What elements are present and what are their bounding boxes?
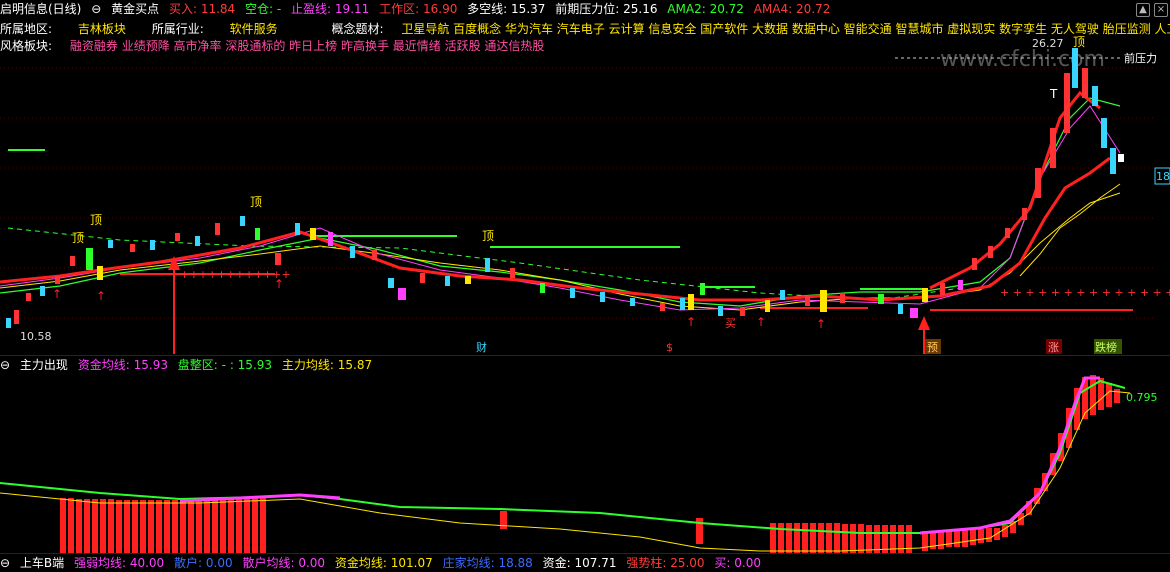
support-lines [315,235,925,290]
watermark: www.cfchi.com [940,47,1105,72]
fund-line-magenta-2 [919,376,1100,535]
item-label: 散户均线: [242,556,295,570]
item-value: 25.00 [670,556,705,570]
marker-yu[interactable]: 预 [927,341,938,354]
item-label: 买: [714,556,731,570]
svg-text:↑: ↑ [756,315,766,329]
main-value: 15.87 [337,358,373,372]
svg-text:↑: ↑ [686,315,696,329]
fund-label: 资金均线: [77,358,130,372]
main-indicator-bar: 启明信息(日线) ⊖ 黄金买点 买入: 11.84 空仓: - 止盈线: 19.… [0,0,1170,18]
svg-text:+ + + + + + + + + + + + + + +: + + + + + + + + + + + + + + + [1000,286,1170,299]
consol-label: 盘整区: [177,358,218,372]
t-mark: T [1049,87,1058,101]
item-value: 0.00 [298,556,326,570]
stop-label: 止盈线: [291,2,332,16]
ls-label: 多空线: [467,2,508,16]
sub-indicator-chart[interactable]: 0.795 [0,373,1170,553]
item-label: 庄家均线: [442,556,495,570]
histogram-bars [60,375,1120,553]
marker-dollar[interactable]: $ [666,341,673,354]
low-price-label: 10.58 [20,330,52,343]
svg-text:↑: ↑ [52,287,62,301]
ama2-label: AMA2: [667,2,706,16]
sub-indicator-name[interactable]: 主力出现 [20,358,68,372]
sub-indicator-bar: ⊖ 主力出现 资金均线: 15.93 盘整区: - : 15.93 主力均线: … [0,355,1170,374]
up-arrow-icon[interactable]: ▲ [1136,3,1150,17]
ls-value: 15.37 [511,2,546,16]
item-label: 资金: [542,556,571,570]
close-icon[interactable]: × [1154,3,1168,17]
ma-red-upper [929,90,1101,290]
marker-dieb[interactable]: 跌榜 [1095,340,1117,354]
top-mark-4: 顶 [482,229,494,243]
indicator-name[interactable]: 黄金买点 [111,2,159,16]
empty-label: 空仓: [245,2,274,16]
item-value: 40.00 [129,556,165,570]
ama4-label: AMA4: [753,2,793,16]
pressure-text: 前压力 [1124,51,1157,65]
pressure-label: 前期压力位: [555,2,620,16]
main-label: 主力均线: [281,358,334,372]
empty-value: - [276,2,282,16]
buy-value: 11.84 [200,2,236,16]
top-mark-3: 顶 [250,195,262,209]
item-value: 101.07 [390,556,433,570]
top-mark-2: 顶 [90,213,102,227]
work-value: 16.90 [422,2,458,16]
bottom-indicator-name[interactable]: 上车B端 [20,556,64,570]
item-value: 0.00 [205,556,233,570]
high-mark: 顶 [1073,35,1085,49]
item-label: 资金均线: [334,556,387,570]
stop-value: 19.11 [334,2,370,16]
ama2-value: 20.72 [709,2,744,16]
window-title: 启明信息(日线) [0,2,82,16]
sub-right-value: 0.795 [1126,391,1158,404]
item-value: 107.71 [574,556,617,570]
work-label: 工作区: [379,2,420,16]
marker-zhang[interactable]: 涨 [1048,341,1059,354]
buy-label: 买入: [168,2,197,16]
item-value: 18.88 [498,556,533,570]
item-label: 强势柱: [626,556,667,570]
collapse-icon[interactable]: ⊖ [91,2,101,16]
consol-value: - : 15.93 [221,358,273,372]
bottom-indicator-bar: ⊖ 上车B端 强弱均线: 40.00 散户: 0.00 散户均线: 0.00 资… [0,553,1170,572]
main-price-chart[interactable]: www.cfchi.com 前压力 ++++++++++++ + + + + +… [0,18,1170,354]
fund-value: 15.93 [133,358,168,372]
price-tag: 18 [1156,170,1170,183]
buy-mark: 买 [725,317,736,330]
high-price-label: 26.27 [1032,37,1064,50]
marker-cai[interactable]: 财 [476,340,487,354]
collapse-icon[interactable]: ⊖ [0,556,10,570]
top-mark-1: 顶 [72,231,84,245]
collapse-icon[interactable]: ⊖ [0,358,10,372]
svg-text:↑: ↑ [274,277,284,291]
ama4-value: 20.72 [796,2,831,16]
item-value: 0.00 [734,556,761,570]
svg-text:↑: ↑ [816,317,826,331]
svg-text:↑: ↑ [96,289,106,303]
pressure-value: 25.16 [623,2,658,16]
item-label: 散户: [174,556,203,570]
item-label: 强弱均线: [73,556,126,570]
